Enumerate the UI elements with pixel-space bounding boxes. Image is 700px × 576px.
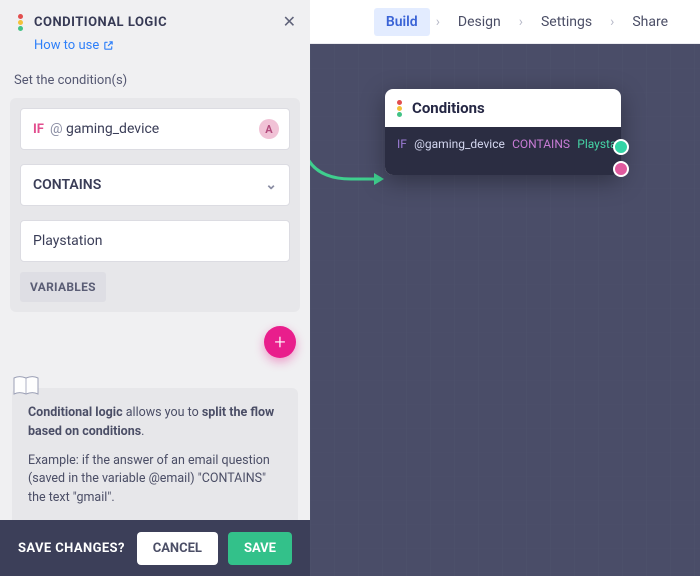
save-button[interactable]: SAVE <box>228 532 292 565</box>
tab-share[interactable]: Share <box>620 8 680 36</box>
nav-sep: › <box>519 14 523 30</box>
add-condition-button[interactable]: + <box>264 326 296 358</box>
panel-body: Set the condition(s) IF @ gaming_device … <box>0 59 310 520</box>
node-body: IF @gaming_device CONTAINS Playstati <box>385 127 621 175</box>
flow-canvas[interactable]: Conditions IF @gaming_device CONTAINS Pl… <box>310 44 700 576</box>
variable-badge: A <box>259 119 279 139</box>
nav-sep: › <box>436 14 440 30</box>
output-port-true[interactable] <box>613 139 629 155</box>
panel-header: CONDITIONAL LOGIC How to use ✕ <box>0 0 310 59</box>
variable-field[interactable]: IF @ gaming_device A <box>20 108 290 150</box>
operator-label: CONTAINS <box>33 177 101 193</box>
footer-bar: SAVE CHANGES? CANCEL SAVE <box>0 520 310 576</box>
condition-card: IF @ gaming_device A CONTAINS ⌄ Playstat… <box>10 98 300 312</box>
tab-build[interactable]: Build <box>374 8 430 36</box>
close-icon[interactable]: ✕ <box>283 12 296 31</box>
book-icon <box>10 370 42 402</box>
code-token-op: CONTAINS <box>512 137 570 151</box>
top-nav: Build › Design › Settings › Share <box>310 0 700 44</box>
node-title: Conditions <box>412 99 485 117</box>
traffic-light-icon <box>397 100 402 117</box>
info-p1: Conditional logic allows you to split th… <box>28 404 282 442</box>
connector-arrow-icon <box>310 124 396 204</box>
nav-sep: › <box>610 14 614 30</box>
tab-design[interactable]: Design <box>446 8 513 36</box>
code-token-if: IF <box>397 137 407 151</box>
how-to-use-label: How to use <box>34 38 99 53</box>
if-label: IF <box>33 122 44 137</box>
variable-name: @ gaming_device <box>50 121 159 137</box>
info-p3: Each Conditional Logic block has two out… <box>28 518 282 520</box>
variables-button[interactable]: VARIABLES <box>20 272 106 302</box>
operator-select[interactable]: CONTAINS ⌄ <box>20 164 290 206</box>
footer-label: SAVE CHANGES? <box>18 541 125 556</box>
code-token-var: @gaming_device <box>414 137 505 151</box>
panel-title: CONDITIONAL LOGIC <box>34 15 167 30</box>
tab-settings[interactable]: Settings <box>529 8 604 36</box>
node-header: Conditions <box>385 89 621 127</box>
conditions-subhead: Set the condition(s) <box>14 73 296 88</box>
traffic-light-icon <box>14 10 26 34</box>
external-link-icon <box>103 40 114 51</box>
info-p2: Example: if the answer of an email quest… <box>28 452 282 508</box>
cancel-button[interactable]: CANCEL <box>137 532 218 565</box>
config-panel: CONDITIONAL LOGIC How to use ✕ Set the c… <box>0 0 310 576</box>
info-box: Conditional logic allows you to split th… <box>12 388 298 520</box>
conditions-node[interactable]: Conditions IF @gaming_device CONTAINS Pl… <box>385 89 621 175</box>
how-to-use-link[interactable]: How to use <box>34 38 114 53</box>
right-area: Build › Design › Settings › Share Condit… <box>310 0 700 576</box>
value-text: Playstation <box>33 233 103 249</box>
value-input[interactable]: Playstation <box>20 220 290 262</box>
chevron-down-icon: ⌄ <box>265 177 277 193</box>
output-port-false[interactable] <box>613 161 629 177</box>
